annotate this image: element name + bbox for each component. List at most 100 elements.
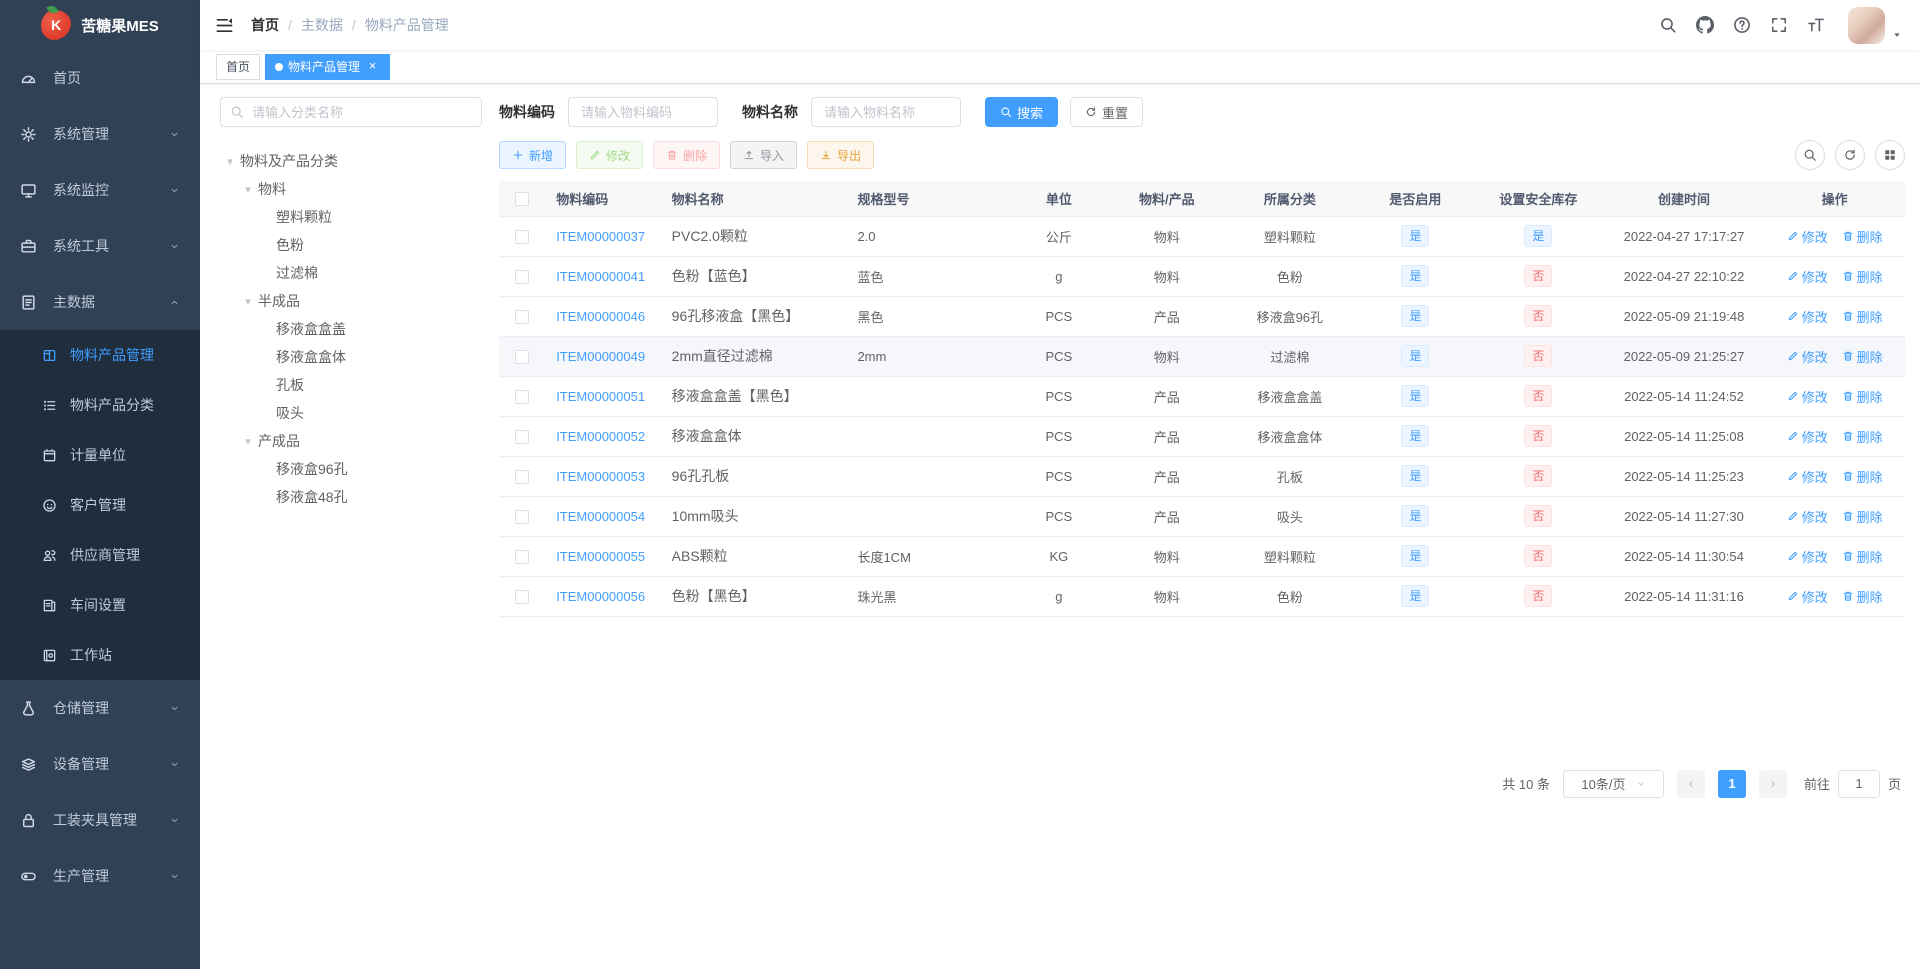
- tree-node[interactable]: ▾ 物料及产品分类: [220, 147, 482, 175]
- sidebar-item[interactable]: 系统管理: [0, 106, 200, 162]
- material-code-link[interactable]: ITEM00000055: [556, 549, 645, 564]
- material-code-link[interactable]: ITEM00000056: [556, 589, 645, 604]
- tree-node[interactable]: ▾移液盒盒盖: [220, 315, 482, 343]
- row-delete-button[interactable]: 删除: [1842, 307, 1883, 326]
- tree-node[interactable]: ▾ 产成品: [220, 427, 482, 455]
- row-checkbox[interactable]: [514, 509, 529, 524]
- tree-node[interactable]: ▾移液盒48孔: [220, 483, 482, 511]
- select-all-checkbox[interactable]: [514, 192, 529, 207]
- row-edit-button[interactable]: 修改: [1787, 387, 1828, 406]
- tree-caret-icon[interactable]: ▾: [222, 155, 238, 168]
- row-delete-button[interactable]: 删除: [1842, 547, 1883, 566]
- add-button[interactable]: 新增: [499, 141, 567, 169]
- sidebar-toggle-icon[interactable]: [215, 16, 234, 35]
- sidebar-item[interactable]: 系统工具: [0, 218, 200, 274]
- material-code-link[interactable]: ITEM00000054: [556, 509, 645, 524]
- font-size-icon[interactable]: [1807, 16, 1825, 34]
- row-edit-button[interactable]: 修改: [1787, 227, 1828, 246]
- row-delete-button[interactable]: 删除: [1842, 267, 1883, 286]
- tree-caret-icon[interactable]: ▾: [240, 435, 256, 448]
- material-code-link[interactable]: ITEM00000051: [556, 389, 645, 404]
- delete-button[interactable]: 删除: [653, 141, 721, 169]
- row-edit-button[interactable]: 修改: [1787, 587, 1828, 606]
- next-page-button[interactable]: ›: [1758, 769, 1787, 798]
- material-code-link[interactable]: ITEM00000049: [556, 349, 645, 364]
- row-delete-button[interactable]: 删除: [1842, 227, 1883, 246]
- row-checkbox[interactable]: [514, 309, 529, 324]
- tree-node[interactable]: ▾移液盒盒体: [220, 343, 482, 371]
- page-number-1[interactable]: 1: [1717, 769, 1746, 798]
- tree-node[interactable]: ▾ 半成品: [220, 287, 482, 315]
- row-checkbox[interactable]: [514, 269, 529, 284]
- sidebar-subitem[interactable]: 客户管理: [0, 480, 200, 530]
- goto-page-input[interactable]: [1837, 769, 1880, 798]
- sidebar-item[interactable]: 主数据: [0, 274, 200, 330]
- row-edit-button[interactable]: 修改: [1787, 467, 1828, 486]
- row-checkbox[interactable]: [514, 349, 529, 364]
- sidebar-subitem[interactable]: 车间设置: [0, 580, 200, 630]
- search-icon[interactable]: [1659, 16, 1677, 34]
- help-icon[interactable]: [1733, 16, 1751, 34]
- row-checkbox[interactable]: [514, 429, 529, 444]
- material-code-link[interactable]: ITEM00000037: [556, 229, 645, 244]
- tree-node[interactable]: ▾塑料颗粒: [220, 203, 482, 231]
- edit-button[interactable]: 修改: [576, 141, 644, 169]
- sidebar-item[interactable]: 设备管理: [0, 736, 200, 792]
- sidebar-subitem[interactable]: 供应商管理: [0, 530, 200, 580]
- app-logo[interactable]: K 苦糖果MES: [0, 0, 200, 50]
- row-edit-button[interactable]: 修改: [1787, 307, 1828, 326]
- grid-circle-button[interactable]: [1875, 140, 1905, 170]
- sidebar-item[interactable]: 工装夹具管理: [0, 792, 200, 848]
- reset-button[interactable]: 重置: [1070, 97, 1144, 127]
- row-delete-button[interactable]: 删除: [1842, 387, 1883, 406]
- refresh-circle-button[interactable]: [1835, 140, 1865, 170]
- sidebar-subitem[interactable]: 计量单位: [0, 430, 200, 480]
- row-checkbox[interactable]: [514, 389, 529, 404]
- row-delete-button[interactable]: 删除: [1842, 467, 1883, 486]
- row-checkbox[interactable]: [514, 229, 529, 244]
- tab-tag[interactable]: 首页: [216, 53, 261, 80]
- row-checkbox[interactable]: [514, 469, 529, 484]
- row-edit-button[interactable]: 修改: [1787, 507, 1828, 526]
- tree-node[interactable]: ▾ 物料: [220, 175, 482, 203]
- sidebar-item[interactable]: 生产管理: [0, 848, 200, 904]
- tab-tag[interactable]: 物料产品管理 ×: [265, 53, 391, 80]
- category-search-input[interactable]: [220, 97, 482, 127]
- row-edit-button[interactable]: 修改: [1787, 547, 1828, 566]
- material-code-link[interactable]: ITEM00000052: [556, 429, 645, 444]
- prev-page-button[interactable]: ‹: [1676, 769, 1705, 798]
- sidebar-subitem[interactable]: 物料产品管理: [0, 330, 200, 380]
- avatar[interactable]: [1848, 6, 1885, 44]
- sidebar-subitem[interactable]: 物料产品分类: [0, 380, 200, 430]
- row-delete-button[interactable]: 删除: [1842, 587, 1883, 606]
- search-circle-button[interactable]: [1795, 140, 1825, 170]
- row-edit-button[interactable]: 修改: [1787, 427, 1828, 446]
- fullscreen-icon[interactable]: [1770, 16, 1788, 34]
- tree-node[interactable]: ▾吸头: [220, 399, 482, 427]
- tree-node[interactable]: ▾移液盒96孔: [220, 455, 482, 483]
- material-code-input[interactable]: [568, 97, 718, 127]
- import-button[interactable]: 导入: [730, 141, 798, 169]
- sidebar-item[interactable]: 仓储管理: [0, 680, 200, 736]
- row-delete-button[interactable]: 删除: [1842, 427, 1883, 446]
- sidebar-item[interactable]: 系统监控: [0, 162, 200, 218]
- tree-node[interactable]: ▾孔板: [220, 371, 482, 399]
- row-edit-button[interactable]: 修改: [1787, 267, 1828, 286]
- tree-node[interactable]: ▾色粉: [220, 231, 482, 259]
- export-button[interactable]: 导出: [807, 141, 875, 169]
- row-checkbox[interactable]: [514, 589, 529, 604]
- page-size-select[interactable]: 10条/页: [1562, 769, 1664, 798]
- github-icon[interactable]: [1696, 16, 1714, 34]
- row-delete-button[interactable]: 删除: [1842, 347, 1883, 366]
- tree-caret-icon[interactable]: ▾: [240, 183, 256, 196]
- close-icon[interactable]: ×: [365, 59, 380, 74]
- material-code-link[interactable]: ITEM00000046: [556, 309, 645, 324]
- sidebar-subitem[interactable]: 工作站: [0, 630, 200, 680]
- search-button[interactable]: 搜索: [985, 97, 1059, 127]
- material-name-input[interactable]: [811, 97, 961, 127]
- row-delete-button[interactable]: 删除: [1842, 507, 1883, 526]
- tree-node[interactable]: ▾过滤棉: [220, 259, 482, 287]
- tree-caret-icon[interactable]: ▾: [240, 295, 256, 308]
- row-checkbox[interactable]: [514, 549, 529, 564]
- row-edit-button[interactable]: 修改: [1787, 347, 1828, 366]
